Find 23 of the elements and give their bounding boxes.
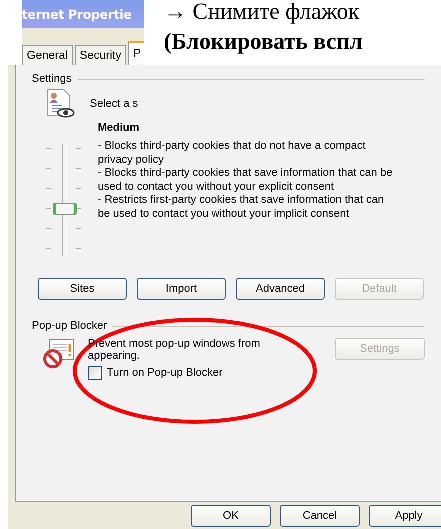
dialog-button[interactable]: Advanced bbox=[236, 278, 325, 300]
dialog-button[interactable]: Cancel bbox=[280, 504, 360, 526]
window-title: ternet Propertie bbox=[22, 6, 132, 22]
prompt-text: Select a s bbox=[90, 98, 138, 110]
checkbox-label[interactable]: Turn on Pop-up Blocker bbox=[107, 367, 223, 379]
dialog-button[interactable]: Import bbox=[137, 278, 226, 300]
slider-thumb[interactable] bbox=[53, 203, 77, 215]
description-text: - Restricts first-party cookies that save information that can be used to contact you without your implicit consent bbox=[98, 194, 386, 221]
level-name: Medium bbox=[98, 122, 141, 134]
tab[interactable]: Security bbox=[74, 45, 126, 65]
tab[interactable]: General bbox=[22, 45, 73, 65]
blocked-popup-icon bbox=[42, 338, 76, 370]
group-label: Settings bbox=[32, 73, 72, 85]
description-text: - Blocks third-party cookies that do not have a compact privacy policy bbox=[98, 140, 367, 167]
tab[interactable]: P bbox=[128, 41, 144, 65]
dialog-button[interactable]: Apply bbox=[369, 504, 441, 526]
dialog-button[interactable]: Sites bbox=[38, 278, 127, 300]
checkbox[interactable] bbox=[88, 366, 102, 380]
description-text: - Blocks third-party cookies that save information that can be used to contact you without your explicit consent bbox=[98, 167, 394, 194]
group-label: Pop-up Blocker bbox=[32, 320, 108, 332]
instruction-text: → Снимите флажок bbox=[164, 0, 361, 26]
instruction-text: (Блокировать вспл bbox=[164, 28, 363, 56]
dialog-button[interactable]: OK bbox=[191, 504, 271, 526]
